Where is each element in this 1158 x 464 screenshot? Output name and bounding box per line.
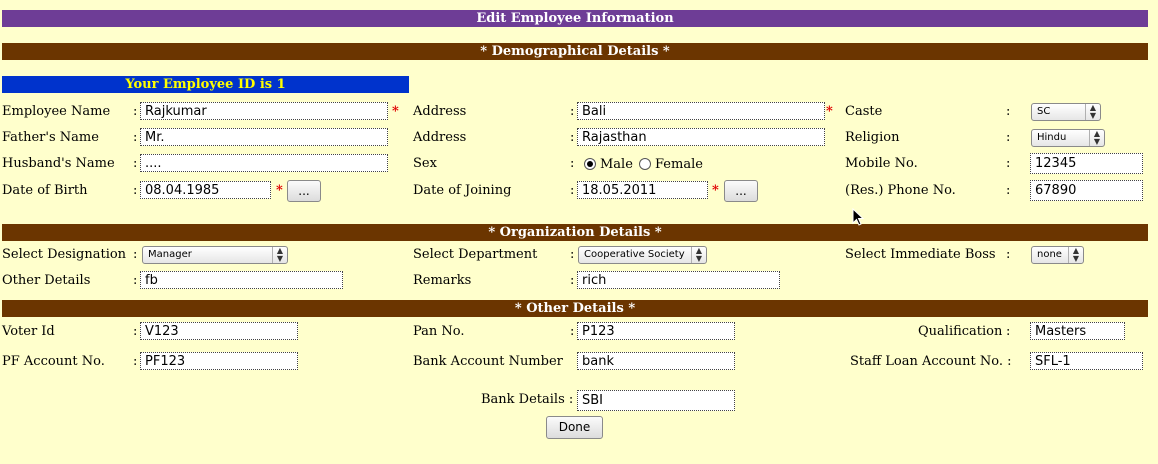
colon: : bbox=[133, 156, 138, 171]
colon: : bbox=[133, 354, 138, 369]
colon: : bbox=[570, 273, 575, 288]
sex-female-label: Female bbox=[655, 157, 703, 172]
fathers-name-label: Father's Name bbox=[2, 130, 99, 145]
colon: : bbox=[133, 130, 138, 145]
colon: : bbox=[1006, 183, 1011, 198]
bank-details-input[interactable] bbox=[577, 390, 735, 411]
staff-loan-input[interactable] bbox=[1030, 352, 1143, 370]
voter-id-label: Voter Id bbox=[2, 324, 55, 339]
colon: : bbox=[570, 156, 575, 171]
designation-select[interactable]: Manager ▲ ▼ bbox=[142, 246, 288, 264]
pan-input[interactable] bbox=[577, 322, 735, 340]
required-mark: * bbox=[276, 183, 283, 198]
qualification-input[interactable] bbox=[1030, 322, 1125, 340]
colon: : bbox=[133, 247, 138, 262]
caste-select-value: SC bbox=[1037, 106, 1051, 117]
sex-label: Sex bbox=[413, 156, 437, 171]
colon: : bbox=[133, 273, 138, 288]
required-mark: * bbox=[712, 183, 719, 198]
pf-account-label: PF Account No. bbox=[2, 354, 105, 369]
sex-male-radio[interactable] bbox=[584, 158, 596, 170]
mobile-label: Mobile No. bbox=[845, 156, 918, 171]
mobile-input[interactable] bbox=[1030, 153, 1143, 174]
dob-input[interactable] bbox=[140, 181, 271, 199]
address-line2-input[interactable] bbox=[577, 128, 825, 146]
select-arrows-icon: ▲ ▼ bbox=[1068, 247, 1083, 263]
doj-input[interactable] bbox=[577, 181, 708, 199]
address-label: Address bbox=[413, 130, 467, 145]
boss-select[interactable]: none ▲ ▼ bbox=[1031, 246, 1084, 264]
employee-name-input[interactable] bbox=[140, 102, 388, 120]
pan-label: Pan No. bbox=[413, 324, 465, 339]
employee-name-label: Employee Name bbox=[2, 104, 111, 119]
colon: : bbox=[1006, 104, 1011, 119]
fathers-name-input[interactable] bbox=[140, 128, 388, 146]
remarks-label: Remarks bbox=[413, 273, 472, 288]
address-label: Address bbox=[413, 104, 467, 119]
colon: : bbox=[1006, 130, 1011, 145]
other-section-header: * Other Details * bbox=[2, 300, 1148, 317]
staff-loan-label: Staff Loan Account No. : bbox=[850, 354, 1012, 369]
dob-label: Date of Birth bbox=[2, 183, 88, 198]
organization-section-header: * Organization Details * bbox=[2, 224, 1148, 241]
other-details-input[interactable] bbox=[140, 271, 343, 289]
religion-label: Religion bbox=[845, 130, 900, 145]
boss-label: Select Immediate Boss bbox=[845, 247, 996, 262]
colon: : bbox=[133, 104, 138, 119]
select-arrows-icon: ▲ ▼ bbox=[691, 247, 706, 263]
religion-select-value: Hindu bbox=[1037, 132, 1067, 143]
dob-calendar-button[interactable]: ... bbox=[287, 180, 321, 202]
colon: : bbox=[133, 324, 138, 339]
demographic-section-header: * Demographical Details * bbox=[2, 43, 1148, 60]
select-arrows-icon: ▲ ▼ bbox=[1085, 104, 1100, 120]
department-select-value: Cooperative Society bbox=[584, 249, 685, 260]
address-line1-input[interactable] bbox=[577, 102, 825, 120]
husbands-name-label: Husband's Name bbox=[2, 156, 115, 171]
pf-account-input[interactable] bbox=[140, 352, 298, 370]
other-details-label: Other Details bbox=[2, 273, 91, 288]
bank-details-label: Bank Details : bbox=[481, 392, 574, 407]
religion-select[interactable]: Hindu ▲ ▼ bbox=[1031, 129, 1105, 147]
colon: : bbox=[133, 183, 138, 198]
bank-account-input[interactable] bbox=[577, 352, 735, 370]
caste-label: Caste bbox=[845, 104, 883, 119]
department-select[interactable]: Cooperative Society ▲ ▼ bbox=[578, 246, 707, 264]
designation-label: Select Designation bbox=[2, 247, 127, 262]
designation-select-value: Manager bbox=[148, 249, 192, 260]
other-section-title: * Other Details * bbox=[514, 301, 636, 316]
caste-select[interactable]: SC ▲ ▼ bbox=[1031, 103, 1101, 121]
bank-account-label: Bank Account Number bbox=[413, 354, 563, 369]
colon: : bbox=[570, 247, 575, 262]
colon: : bbox=[1006, 324, 1011, 339]
page-title: Edit Employee Information bbox=[476, 11, 674, 26]
colon: : bbox=[570, 183, 575, 198]
husbands-name-input[interactable] bbox=[140, 154, 388, 172]
done-button[interactable]: Done bbox=[546, 416, 603, 439]
select-arrows-icon: ▲ ▼ bbox=[272, 247, 287, 263]
demographic-section-title: * Demographical Details * bbox=[480, 44, 670, 59]
mouse-cursor-icon bbox=[852, 208, 864, 226]
colon: : bbox=[570, 130, 575, 145]
remarks-input[interactable] bbox=[577, 271, 780, 289]
colon: : bbox=[1006, 156, 1011, 171]
voter-id-input[interactable] bbox=[140, 322, 298, 340]
doj-calendar-button[interactable]: ... bbox=[724, 180, 758, 202]
res-phone-input[interactable] bbox=[1030, 180, 1143, 201]
qualification-label: Qualification bbox=[918, 324, 1003, 339]
colon: : bbox=[570, 104, 575, 119]
required-mark: * bbox=[392, 104, 399, 119]
res-phone-label: (Res.) Phone No. bbox=[845, 183, 956, 198]
sex-female-radio[interactable] bbox=[639, 158, 651, 170]
sex-male-label: Male bbox=[600, 157, 633, 172]
required-mark: * bbox=[826, 104, 833, 119]
employee-id-banner: Your Employee ID is 1 bbox=[2, 76, 409, 93]
page-title-bar: Edit Employee Information bbox=[2, 10, 1148, 27]
boss-select-value: none bbox=[1037, 249, 1062, 260]
colon: : bbox=[570, 324, 575, 339]
department-label: Select Department bbox=[413, 247, 538, 262]
colon: : bbox=[1006, 247, 1011, 262]
organization-section-title: * Organization Details * bbox=[488, 225, 662, 240]
select-arrows-icon: ▲ ▼ bbox=[1089, 130, 1104, 146]
doj-label: Date of Joining bbox=[413, 183, 512, 198]
